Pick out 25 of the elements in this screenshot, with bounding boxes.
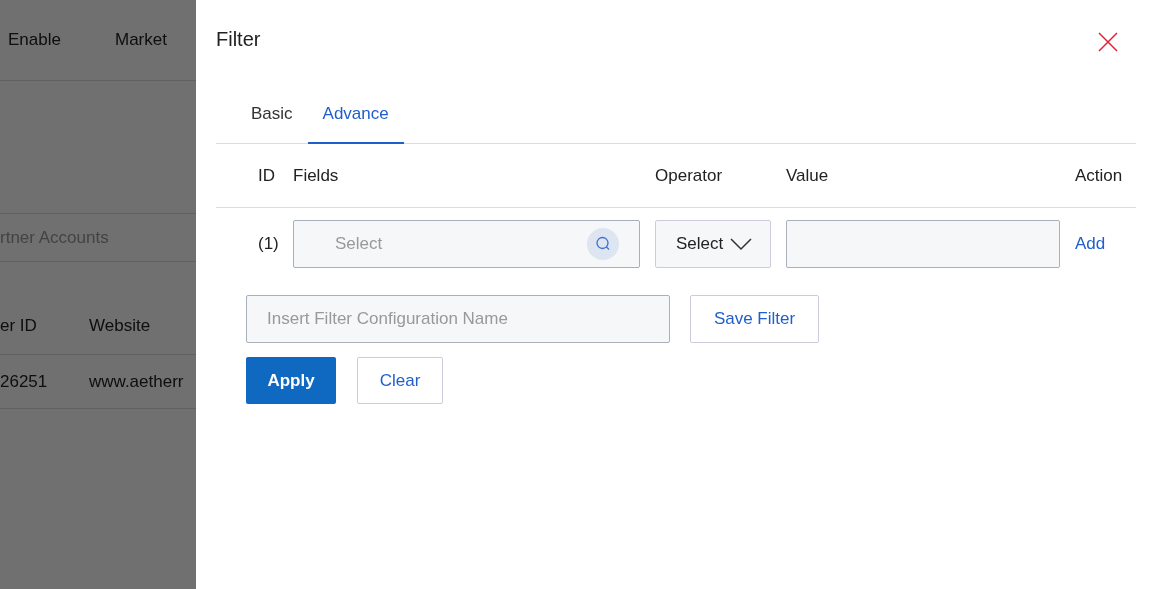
operator-select[interactable]: Select xyxy=(655,220,771,268)
search-icon[interactable] xyxy=(587,228,619,260)
column-header: Operator xyxy=(655,165,724,186)
column-header: Action xyxy=(1075,165,1124,186)
drawer-title: Filter xyxy=(216,27,261,51)
table-cell-text: 26251 xyxy=(0,371,49,392)
column-header: Fields xyxy=(293,165,340,186)
config-name-field[interactable]: Insert Filter Configuration Name xyxy=(246,295,670,343)
row-id: (1) xyxy=(257,234,280,254)
column-header: Market xyxy=(115,30,167,50)
column-header: ID xyxy=(257,165,276,186)
close-icon[interactable] xyxy=(1097,31,1119,53)
column-header: Website xyxy=(89,315,151,336)
table-cell: www.aetherr xyxy=(89,371,184,392)
add-link[interactable]: Add xyxy=(1075,234,1106,253)
chevron-down-icon xyxy=(729,237,754,251)
save-filter-button[interactable]: Save Filter xyxy=(690,295,819,343)
clear-button[interactable]: Clear xyxy=(357,357,443,404)
column-header: Enable xyxy=(7,30,62,50)
value-field[interactable] xyxy=(786,220,1060,268)
apply-button[interactable]: Apply xyxy=(246,357,336,404)
column-header: er ID xyxy=(0,315,38,336)
column-header: Value xyxy=(786,165,830,186)
tab[interactable]: Advance xyxy=(307,90,404,144)
tab[interactable]: Basic xyxy=(236,90,308,144)
